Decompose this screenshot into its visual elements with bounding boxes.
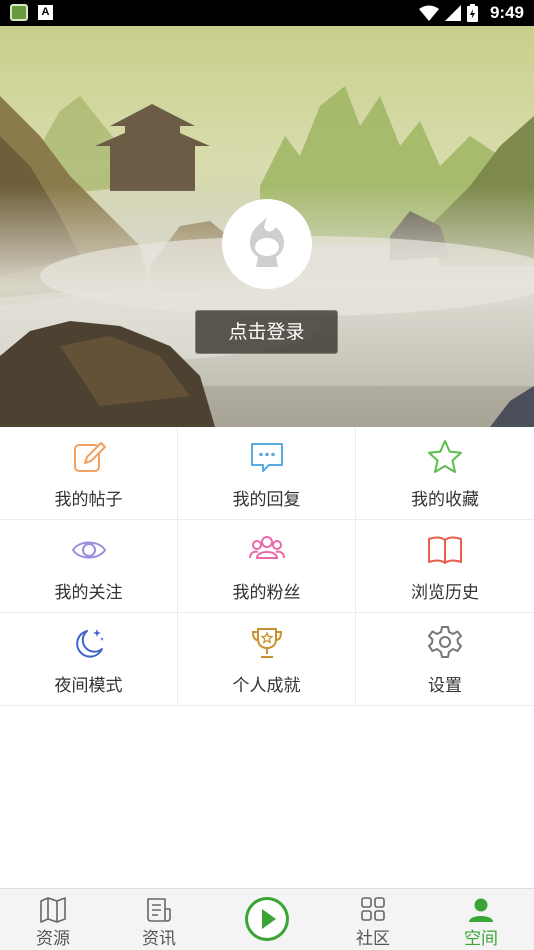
moon-icon — [76, 629, 104, 658]
nav-item-label: 社区 — [356, 929, 390, 949]
menu-item-my-follows[interactable]: 我的关注 — [0, 520, 178, 613]
star-icon — [428, 440, 462, 473]
bottom-nav: 资源 资讯 社区 空间 — [0, 888, 534, 950]
menu-item-label: 我的粉丝 — [232, 583, 301, 603]
gear-icon — [428, 626, 462, 658]
wifi-icon — [418, 5, 439, 21]
play-icon — [248, 900, 286, 938]
login-button[interactable]: 点击登录 — [195, 310, 338, 354]
status-bar: A 9:49 — [0, 0, 534, 26]
menu-item-label: 我的回复 — [232, 490, 301, 510]
news-icon — [147, 898, 171, 922]
avatar[interactable] — [222, 199, 312, 289]
menu-item-settings[interactable]: 设置 — [356, 613, 534, 706]
nav-item-label: 资源 — [36, 929, 70, 949]
menu-item-my-favorites[interactable]: 我的收藏 — [356, 427, 534, 520]
edit-icon — [74, 442, 106, 472]
battery-icon — [466, 4, 478, 22]
nav-item-label: 空间 — [464, 929, 498, 949]
menu-item-label: 浏览历史 — [411, 583, 479, 603]
nav-item-label: 资讯 — [142, 929, 176, 949]
menu-item-label: 设置 — [428, 676, 462, 696]
eye-icon — [71, 541, 107, 559]
open-book-icon — [428, 536, 462, 564]
play-button[interactable] — [245, 897, 289, 941]
nav-item-resources[interactable]: 资源 — [0, 889, 106, 950]
status-time: 9:49 — [489, 3, 524, 22]
default-avatar-icon — [250, 217, 284, 267]
menu-item-my-fans[interactable]: 我的粉丝 — [178, 520, 356, 613]
trophy-icon — [251, 628, 283, 658]
menu-item-label: 我的帖子 — [54, 490, 123, 510]
person-icon — [469, 898, 493, 922]
menu-item-my-posts[interactable]: 我的帖子 — [0, 427, 178, 520]
menu-item-label: 我的收藏 — [411, 490, 479, 510]
menu-item-label: 夜间模式 — [54, 676, 123, 696]
nav-item-community[interactable]: 社区 — [320, 889, 426, 950]
menu-item-browse-history[interactable]: 浏览历史 — [356, 520, 534, 613]
menu-item-night-mode[interactable]: 夜间模式 — [0, 613, 178, 706]
chat-bubble-icon — [251, 443, 283, 472]
grid-icon — [361, 897, 385, 921]
nav-item-news[interactable]: 资讯 — [106, 889, 212, 950]
menu-item-achievements[interactable]: 个人成就 — [178, 613, 356, 706]
menu-grid: 我的帖子 我的回复 我的收藏 我的关注 我的粉丝 浏览历史 夜间模式 个人成就 … — [0, 427, 534, 707]
profile-header: 点击登录 — [0, 26, 534, 427]
nav-item-space[interactable]: 空间 — [428, 889, 534, 950]
group-icon — [249, 536, 285, 559]
menu-item-my-replies[interactable]: 我的回复 — [178, 427, 356, 520]
map-icon — [40, 897, 66, 923]
a-notification-icon: A — [38, 5, 53, 20]
signal-icon — [444, 4, 461, 21]
menu-item-label: 我的关注 — [54, 583, 123, 603]
menu-item-label: 个人成就 — [232, 676, 301, 696]
app-notification-icon — [10, 4, 28, 21]
